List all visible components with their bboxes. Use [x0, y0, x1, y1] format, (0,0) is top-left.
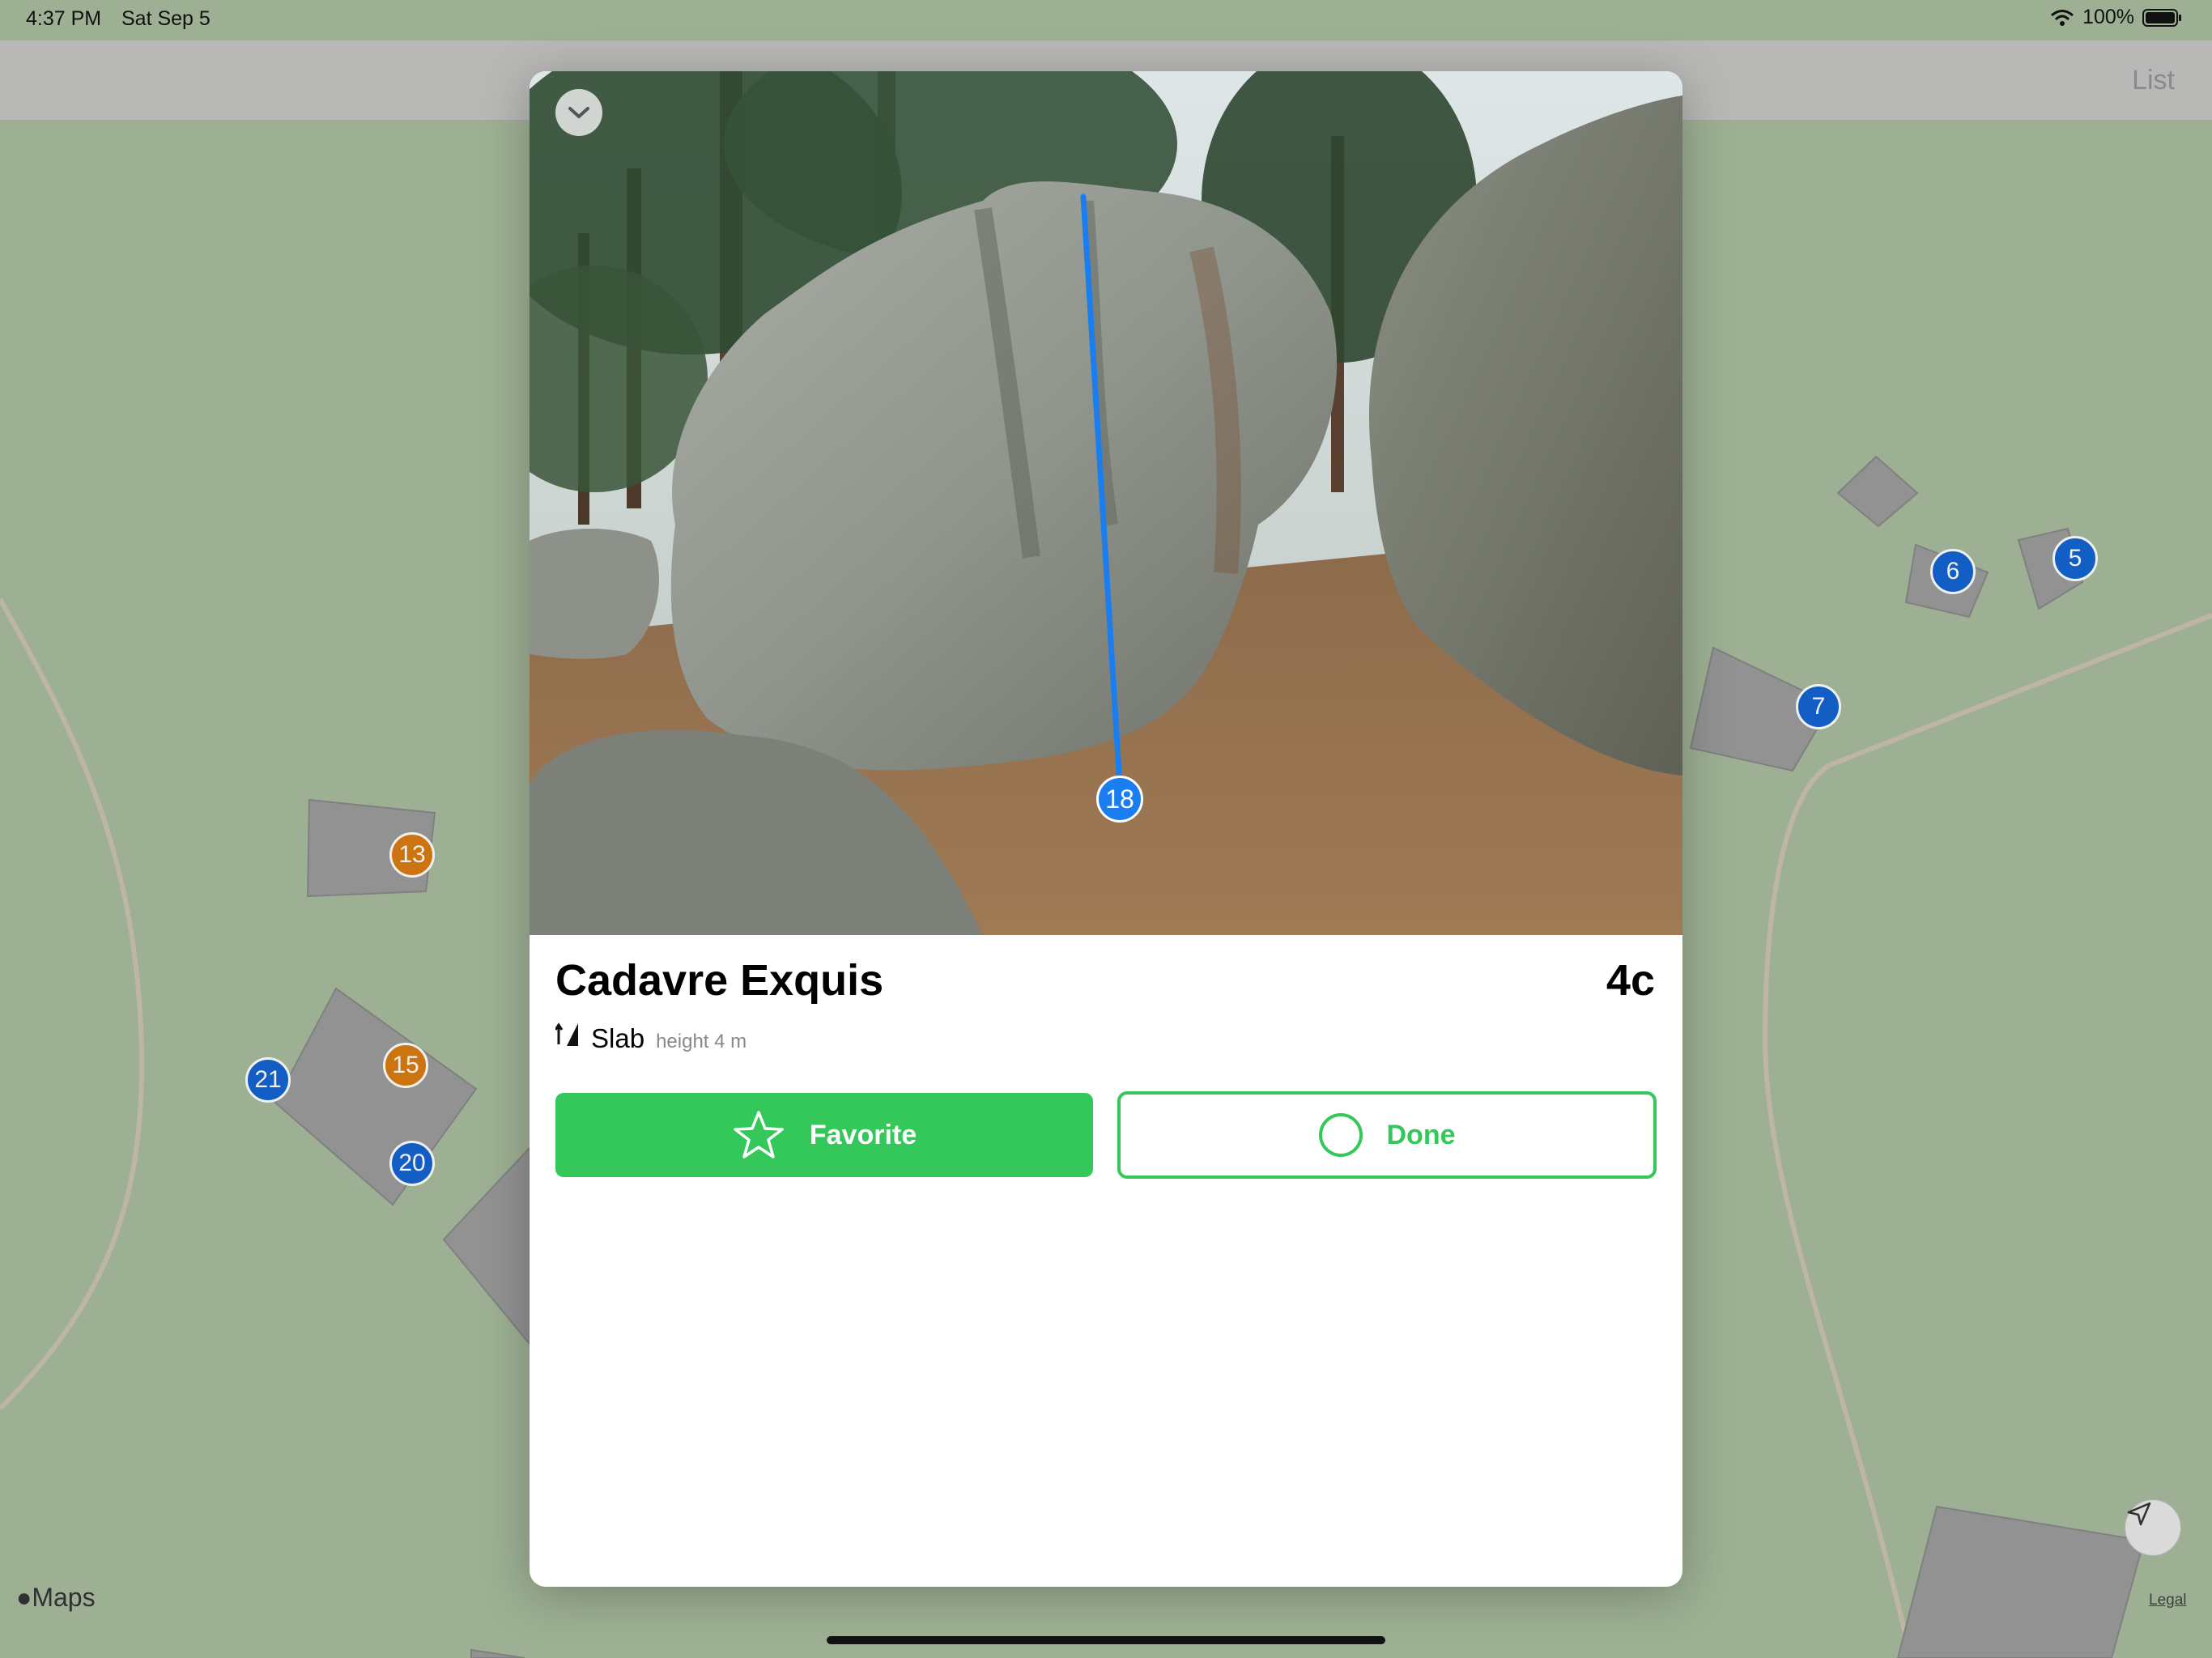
route-number-badge: 18 [1096, 776, 1143, 823]
status-time: 4:37 PM [26, 7, 102, 30]
battery-icon [2142, 8, 2181, 27]
circle-icon [1318, 1113, 1363, 1157]
status-date: Sat Sep 5 [121, 7, 211, 30]
problem-meta: Slab height 4 m [555, 1020, 747, 1054]
favorite-label: Favorite [809, 1119, 917, 1150]
boulder-photo: 18 [530, 71, 1682, 935]
status-right: 100% [2050, 6, 2183, 29]
chevron-down-icon [568, 107, 589, 118]
home-indicator [827, 1636, 1385, 1644]
battery-percent: 100% [2082, 6, 2134, 28]
problem-height: height 4 m [656, 1031, 747, 1052]
problem-detail-sheet: 18 Cadavre Exquis 4c Slab height 4 m Fav… [530, 71, 1682, 1587]
star-icon [734, 1111, 784, 1158]
list-button[interactable]: List [2132, 65, 2175, 96]
status-bar: 4:37 PM Sat Sep 5 100% [0, 0, 2212, 40]
slab-icon [555, 1022, 578, 1046]
problem-name: Cadavre Exquis [555, 956, 884, 1005]
done-label: Done [1386, 1119, 1456, 1150]
collapse-sheet-button[interactable] [555, 89, 602, 136]
done-button[interactable]: Done [1117, 1091, 1657, 1179]
favorite-button[interactable]: Favorite [555, 1093, 1093, 1177]
problem-style: Slab [591, 1023, 645, 1053]
problem-grade: 4c [1606, 956, 1655, 1005]
wifi-icon [2051, 9, 2074, 26]
